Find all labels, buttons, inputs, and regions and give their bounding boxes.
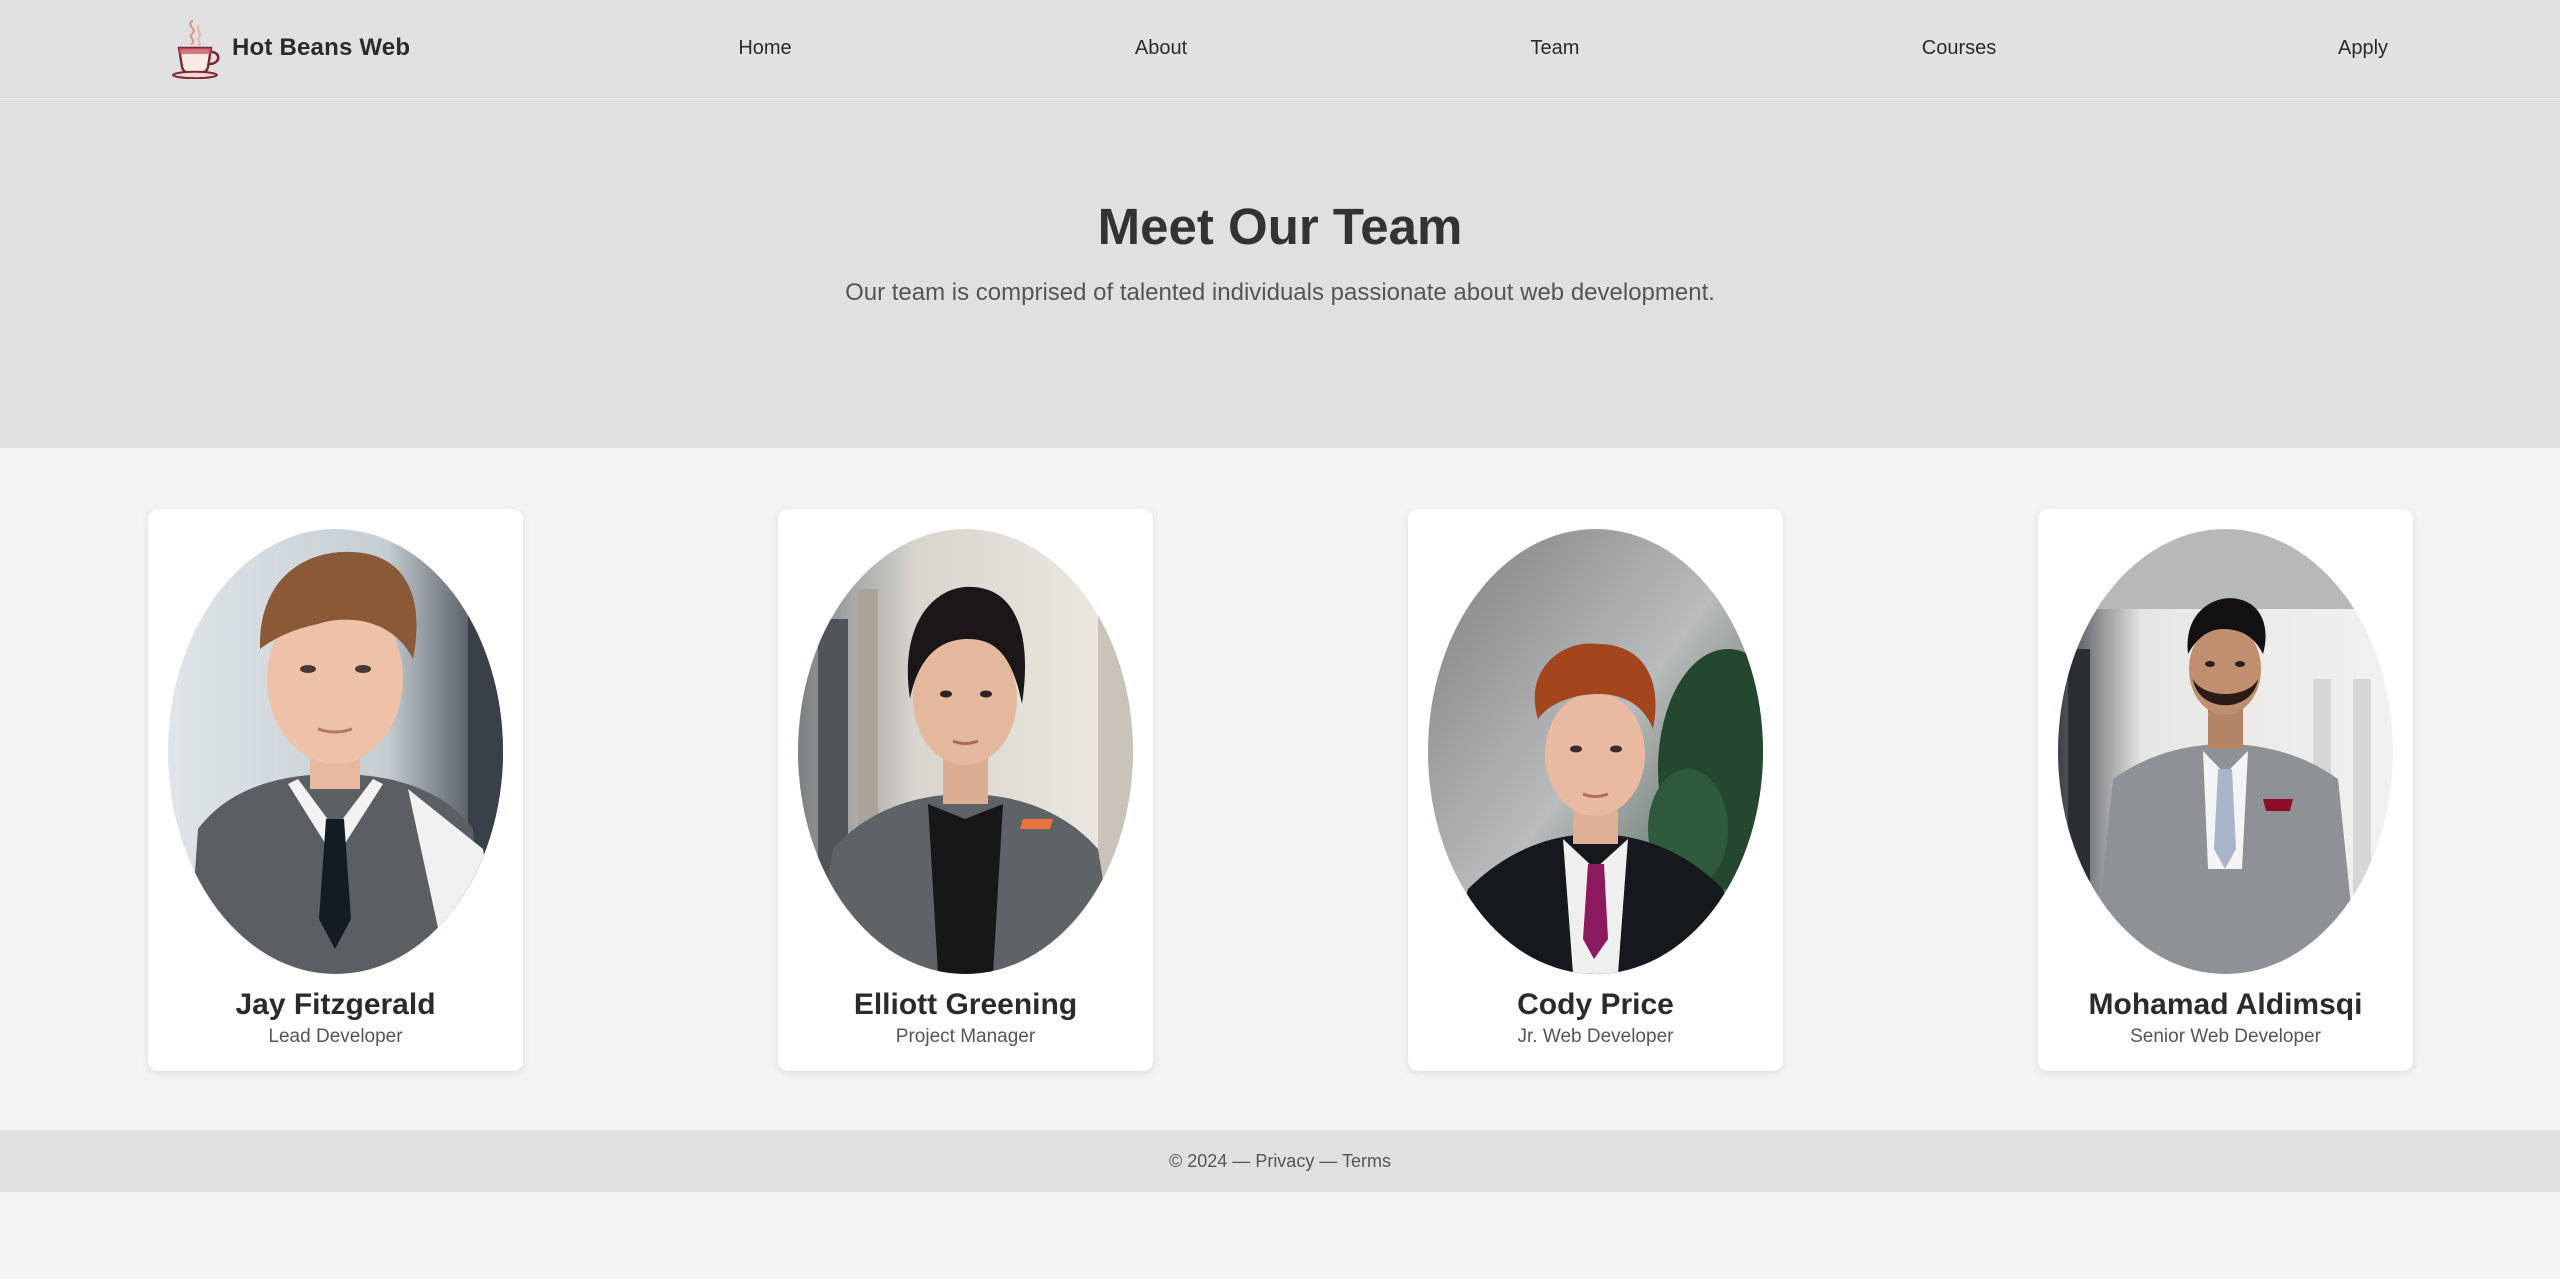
page-title: Meet Our Team	[1097, 198, 1463, 255]
team-card: Jay Fitzgerald Lead Developer	[148, 509, 523, 1071]
nav-apply[interactable]: Apply	[2338, 33, 2388, 63]
page-subtitle: Our team is comprised of talented indivi…	[845, 279, 1715, 306]
portrait-photo	[168, 529, 503, 974]
nav-home[interactable]: Home	[738, 33, 791, 63]
coffee-cup-icon	[172, 19, 220, 79]
team-card: Elliott Greening Project Manager	[778, 509, 1153, 1071]
team-section: Jay Fitzgerald Lead Developer Elliott Gr…	[0, 448, 2560, 1130]
member-role: Jr. Web Developer	[1517, 1026, 1674, 1047]
member-name: Cody Price	[1517, 988, 1674, 1021]
member-name: Elliott Greening	[853, 988, 1078, 1021]
footer-separator: —	[1319, 1151, 1338, 1171]
copyright-text: © 2024	[1168, 1151, 1228, 1171]
terms-link[interactable]: Terms	[1342, 1151, 1391, 1171]
nav-courses[interactable]: Courses	[1922, 33, 1996, 63]
brand-name: Hot Beans Web	[232, 34, 411, 61]
nav-team[interactable]: Team	[1531, 33, 1580, 63]
team-card: Cody Price Jr. Web Developer	[1408, 509, 1783, 1071]
member-name: Mohamad Aldimsqi	[2088, 988, 2363, 1021]
member-name: Jay Fitzgerald	[235, 988, 436, 1021]
portrait-photo	[1428, 529, 1763, 974]
site-header: Hot Beans Web Home About Team Courses Ap…	[0, 0, 2560, 98]
site-footer: © 2024 — Privacy — Terms	[0, 1130, 2560, 1192]
portrait-photo	[798, 529, 1133, 974]
privacy-link[interactable]: Privacy	[1255, 1151, 1314, 1171]
member-role: Lead Developer	[268, 1026, 403, 1047]
member-role: Senior Web Developer	[2130, 1026, 2321, 1047]
member-role: Project Manager	[895, 1026, 1036, 1047]
portrait-photo	[2058, 529, 2393, 974]
team-card: Mohamad Aldimsqi Senior Web Developer	[2038, 509, 2413, 1071]
footer-separator: —	[1232, 1151, 1251, 1171]
hero-section: Meet Our Team Our team is comprised of t…	[0, 99, 2560, 448]
nav-about[interactable]: About	[1135, 33, 1187, 63]
brand-link[interactable]: Hot Beans Web	[170, 17, 410, 79]
